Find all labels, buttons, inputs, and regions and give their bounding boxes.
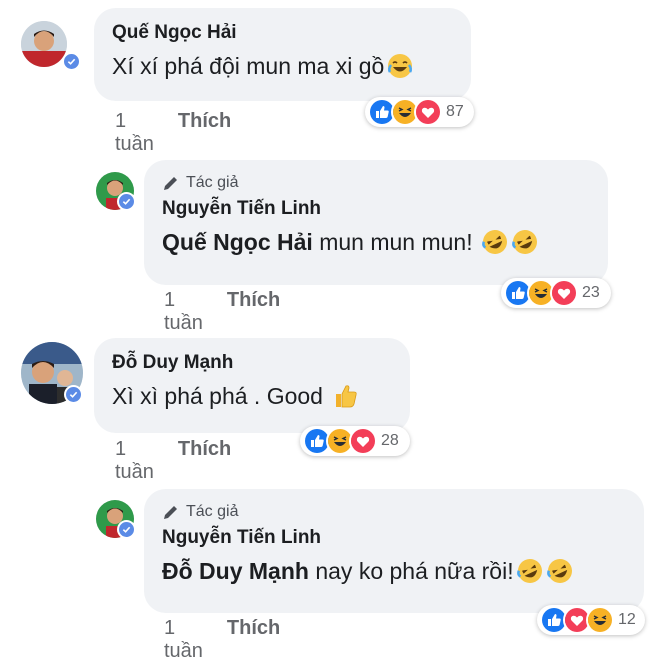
mention-link[interactable]: Đỗ Duy Mạnh [162, 558, 309, 585]
comment-author[interactable]: Quế Ngọc Hải [112, 22, 453, 44]
comment-body: mun mun mun! [319, 228, 473, 255]
comment-text: Xí xí phá đội mun ma xi gồ [112, 52, 453, 80]
comment-bubble[interactable]: Đỗ Duy Mạnh Xì xì phá phá . Good [94, 338, 410, 433]
verified-badge-icon [117, 520, 136, 539]
avatar[interactable] [21, 21, 67, 67]
author-tag-label: Tác giả [186, 503, 239, 520]
comment-actions: 1 tuần Thích [164, 617, 280, 663]
comment-actions: 1 tuần Thích [164, 289, 280, 335]
comment-actions: 1 tuần Thích [115, 438, 231, 484]
reaction-count: 28 [381, 432, 399, 449]
love-icon [550, 279, 578, 307]
comment-author[interactable]: Đỗ Duy Mạnh [112, 352, 392, 374]
reaction-count: 23 [582, 284, 600, 301]
mention-link[interactable]: Quế Ngọc Hải [162, 229, 313, 256]
comment-actions: 1 tuần Thích [115, 110, 231, 156]
reaction-summary[interactable]: 12 [537, 605, 645, 635]
verified-badge-icon [117, 192, 136, 211]
pencil-icon [164, 506, 177, 519]
reaction-count: 87 [446, 103, 464, 120]
comment-time[interactable]: 1 tuần [115, 110, 154, 156]
comment-body: Xì xì phá phá . Good [112, 382, 323, 409]
author-tag: Tác giả [162, 503, 626, 521]
comment-body: nay ko phá nữa rồi! [315, 557, 514, 584]
comment-author[interactable]: Nguyễn Tiến Linh [162, 198, 590, 220]
love-icon [414, 98, 442, 126]
author-tag-label: Tác giả [186, 174, 239, 191]
comment-text: Đỗ Duy Mạnh nay ko phá nữa rồi! [162, 557, 626, 585]
comment-text: Quế Ngọc Hải mun mun mun! [162, 228, 590, 256]
comment-author[interactable]: Nguyễn Tiến Linh [162, 527, 626, 549]
reaction-summary[interactable]: 23 [501, 278, 611, 308]
author-tag: Tác giả [162, 174, 590, 192]
verified-badge-icon [62, 52, 81, 71]
comment-body: Xí xí phá đội mun ma xi gồ [112, 52, 385, 79]
reaction-summary[interactable]: 87 [365, 97, 474, 127]
comment-time[interactable]: 1 tuần [164, 289, 203, 335]
comment-bubble[interactable]: Tác giả Nguyễn Tiến Linh Đỗ Duy Mạnh nay… [144, 489, 644, 613]
like-button[interactable]: Thích [227, 289, 280, 335]
reaction-summary[interactable]: 28 [300, 426, 410, 456]
rofl-emoji-icon [516, 557, 544, 585]
laughing-tears-emoji-icon [386, 52, 414, 80]
rofl-emoji-icon [481, 228, 509, 256]
comment-bubble[interactable]: Tác giả Nguyễn Tiến Linh Quế Ngọc Hải mu… [144, 160, 608, 285]
comment-time[interactable]: 1 tuần [115, 438, 154, 484]
rofl-emoji-icon [511, 228, 539, 256]
like-button[interactable]: Thích [178, 438, 231, 484]
comment-text: Xì xì phá phá . Good [112, 382, 392, 410]
comment-bubble[interactable]: Quế Ngọc Hải Xí xí phá đội mun ma xi gồ [94, 8, 471, 101]
rofl-emoji-icon [546, 557, 574, 585]
comment-time[interactable]: 1 tuần [164, 617, 203, 663]
reaction-count: 12 [618, 611, 636, 628]
thumbs-up-emoji-icon [331, 382, 359, 410]
like-button[interactable]: Thích [227, 617, 280, 663]
like-button[interactable]: Thích [178, 110, 231, 156]
pencil-icon [164, 177, 177, 190]
haha-icon [586, 606, 614, 634]
love-icon [349, 427, 377, 455]
verified-badge-icon [64, 385, 83, 404]
